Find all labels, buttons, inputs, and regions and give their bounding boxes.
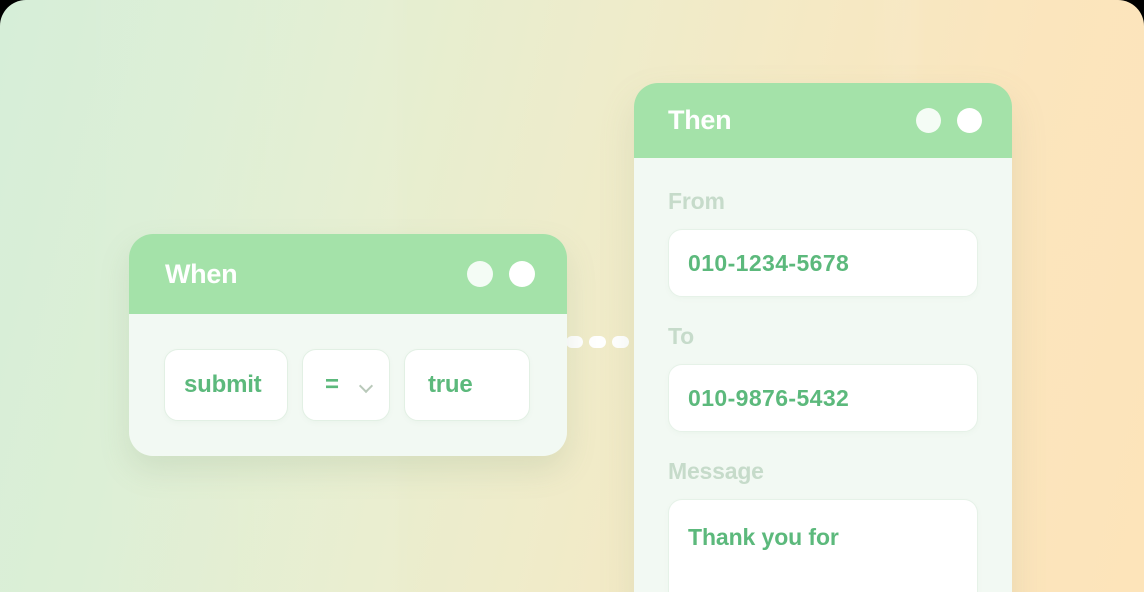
then-card-body: From 010-1234-5678 To 010-9876-5432 Mess… <box>634 158 1012 592</box>
message-field-textarea[interactable]: Thank you for <box>668 499 978 592</box>
to-field-input[interactable]: 010-9876-5432 <box>668 364 978 432</box>
minimize-dot-icon[interactable] <box>467 261 493 287</box>
then-card-header: Then <box>634 83 1012 158</box>
then-card-title: Then <box>668 105 732 135</box>
connector-dash <box>566 336 583 348</box>
then-window-controls <box>916 108 982 133</box>
close-dot-icon[interactable] <box>957 108 982 133</box>
chevron-down-icon <box>360 379 373 392</box>
minimize-dot-icon[interactable] <box>916 108 941 133</box>
to-field-label: To <box>668 323 694 349</box>
when-card[interactable]: When submit = true <box>129 234 567 456</box>
message-field-label: Message <box>668 458 764 484</box>
operator-symbol: = <box>325 371 339 398</box>
from-field-label: From <box>668 188 725 214</box>
close-dot-icon[interactable] <box>509 261 535 287</box>
when-card-header: When <box>129 234 567 314</box>
condition-value-input[interactable]: true <box>404 349 530 421</box>
condition-operator-select[interactable]: = <box>302 349 390 421</box>
connector-dash <box>589 336 606 348</box>
condition-field-select[interactable]: submit <box>164 349 288 421</box>
connector-dash <box>612 336 629 348</box>
from-field-input[interactable]: 010-1234-5678 <box>668 229 978 297</box>
when-card-body: submit = true <box>129 314 567 456</box>
then-card[interactable]: Then From 010-1234-5678 To 010-9876-5432… <box>634 83 1012 592</box>
when-window-controls <box>467 261 535 287</box>
canvas-stage: When submit = true Then From 010-1234-56… <box>0 0 1144 592</box>
when-card-title: When <box>165 258 238 289</box>
dashed-connector <box>566 336 647 348</box>
